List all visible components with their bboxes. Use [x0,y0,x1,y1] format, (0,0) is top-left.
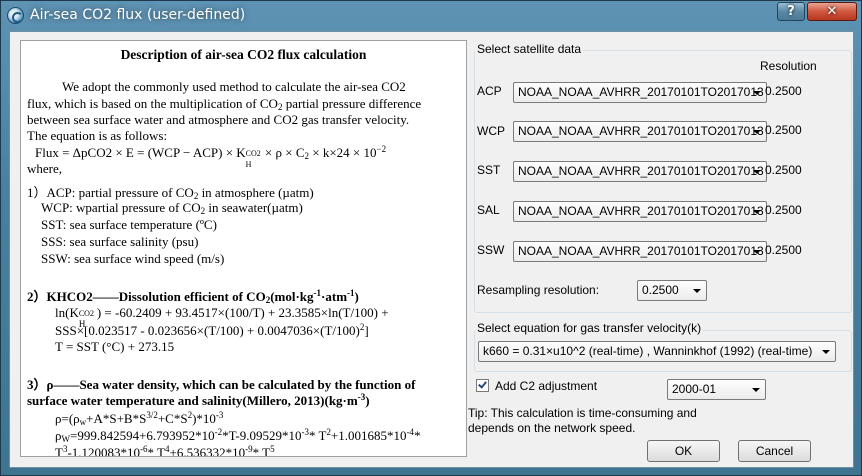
title-bar[interactable]: Air-sea CO2 flux (user-defined) ? ✕ [1,1,861,31]
resolution-header: Resolution [760,59,817,73]
tip-line-2: depends on the network speed. [468,421,636,435]
sst-label: SST [477,163,501,177]
chevron-down-icon [693,289,701,293]
close-icon: ✕ [826,4,838,19]
acp-label: ACP [477,84,502,98]
sal-select[interactable]: NOAA_NOAA_AVHRR_20170101TO2017013 [513,201,767,222]
help-button[interactable]: ? [777,2,805,21]
window-title: Air-sea CO2 flux (user-defined) [30,7,246,23]
chevron-down-icon [752,388,760,392]
client-area: Description of air-sea CO2 flux calculat… [9,31,854,468]
khco2-heading: 2）KHCO2——Dissolution efficient of CO2(mo… [27,288,359,305]
khco2-line-3: T = SST (°C) + 273.15 [55,339,175,354]
app-icon [7,7,24,24]
chevron-down-icon [753,210,761,214]
cancel-button[interactable]: Cancel [738,440,811,462]
chevron-down-icon [822,350,830,354]
wcp-select[interactable]: NOAA_NOAA_AVHRR_20170101TO2017013 [513,121,767,142]
sst-definition: SST: sea surface temperature (ºC) [41,217,217,232]
c2-label[interactable]: Add C2 adjustment [495,379,597,393]
acp-resolution: 0.2500 [765,84,802,98]
intro-line-1: We adopt the commonly used method to cal… [62,79,406,94]
dialog-window: Air-sea CO2 flux (user-defined) ? ✕ Desc… [0,0,862,476]
description-title: Description of air-sea CO2 flux calculat… [120,47,367,62]
ssw-definition: SSW: sea surface wind speed (m/s) [41,251,225,266]
chevron-down-icon [753,130,761,134]
description-panel[interactable]: Description of air-sea CO2 flux calculat… [20,40,467,457]
flux-equation: Flux = ΔpCO2 × E = (WCP − ACP) × K CO2 H ×… [35,144,387,169]
resampling-select[interactable]: 0.2500 [637,280,707,301]
resampling-label: Resampling resolution: [477,283,600,297]
close-button[interactable]: ✕ [807,2,857,21]
where-label: where, [27,161,63,176]
ok-button[interactable]: OK [647,440,720,462]
help-icon: ? [787,4,795,19]
equation-select[interactable]: k660 = 0.31×u10^2 (real-time) , Wanninkh… [478,341,836,362]
c2-checkbox[interactable] [476,379,489,392]
ssw-label: SSW [477,243,505,257]
density-line-1: ρ=(ρw+A*S+B*S3/2+C*S2)*10-3 [55,410,224,427]
density-heading-1: 3）ρ——Sea water density, which can be cal… [27,377,416,392]
sst-resolution: 0.2500 [765,163,802,177]
month-select[interactable]: 2000-01 [667,379,766,400]
khco2-line-2: SSS×[0.023517 - 0.023656×(T/100) + 0.004… [55,322,369,338]
tip-line-1: Tip: This calculation is time-consuming … [468,406,697,420]
sal-label: SAL [477,203,500,217]
khco2-line-1: ln(K CO2 H) = -60.2409 + 93.4517×(100/T) +… [55,305,389,329]
intro-line-2: flux, which is based on the multiplicati… [27,96,422,112]
wcp-definition: WCP: wpartial pressure of CO2 in seawate… [41,200,303,216]
acp-definition: 1）ACP: partial pressure of CO2 in atmosp… [27,185,314,201]
ssw-resolution: 0.2500 [765,243,802,257]
checkmark-icon [478,379,487,389]
intro-line-4: The equation is as follows: [27,128,168,143]
density-line-3: T3-1.120083*10-6* T4+6.536332*10-9* T5 [55,444,275,457]
density-heading-2: surface water temperature and salinity(M… [27,392,370,408]
intro-line-3: between sea surface water and atmosphere… [27,112,410,127]
chevron-down-icon [753,250,761,254]
ssw-select[interactable]: NOAA_NOAA_AVHRR_20170101TO2017013 [513,241,767,262]
chevron-down-icon [753,91,761,95]
wcp-label: WCP [477,124,505,138]
sal-resolution: 0.2500 [765,203,802,217]
satellite-group-label: Select satellite data [475,42,584,56]
sst-select[interactable]: NOAA_NOAA_AVHRR_20170101TO2017013 [513,161,767,182]
sss-definition: SSS: sea surface salinity (psu) [41,234,199,249]
wcp-resolution: 0.2500 [765,123,802,137]
acp-select[interactable]: NOAA_NOAA_AVHRR_20170101TO2017013 [513,82,767,103]
density-line-2: ρW=999.842594+6.793952*10-2*T-9.09529*10… [55,427,421,444]
equation-group-label: Select equation for gas transfer velocit… [475,321,704,335]
chevron-down-icon [753,170,761,174]
